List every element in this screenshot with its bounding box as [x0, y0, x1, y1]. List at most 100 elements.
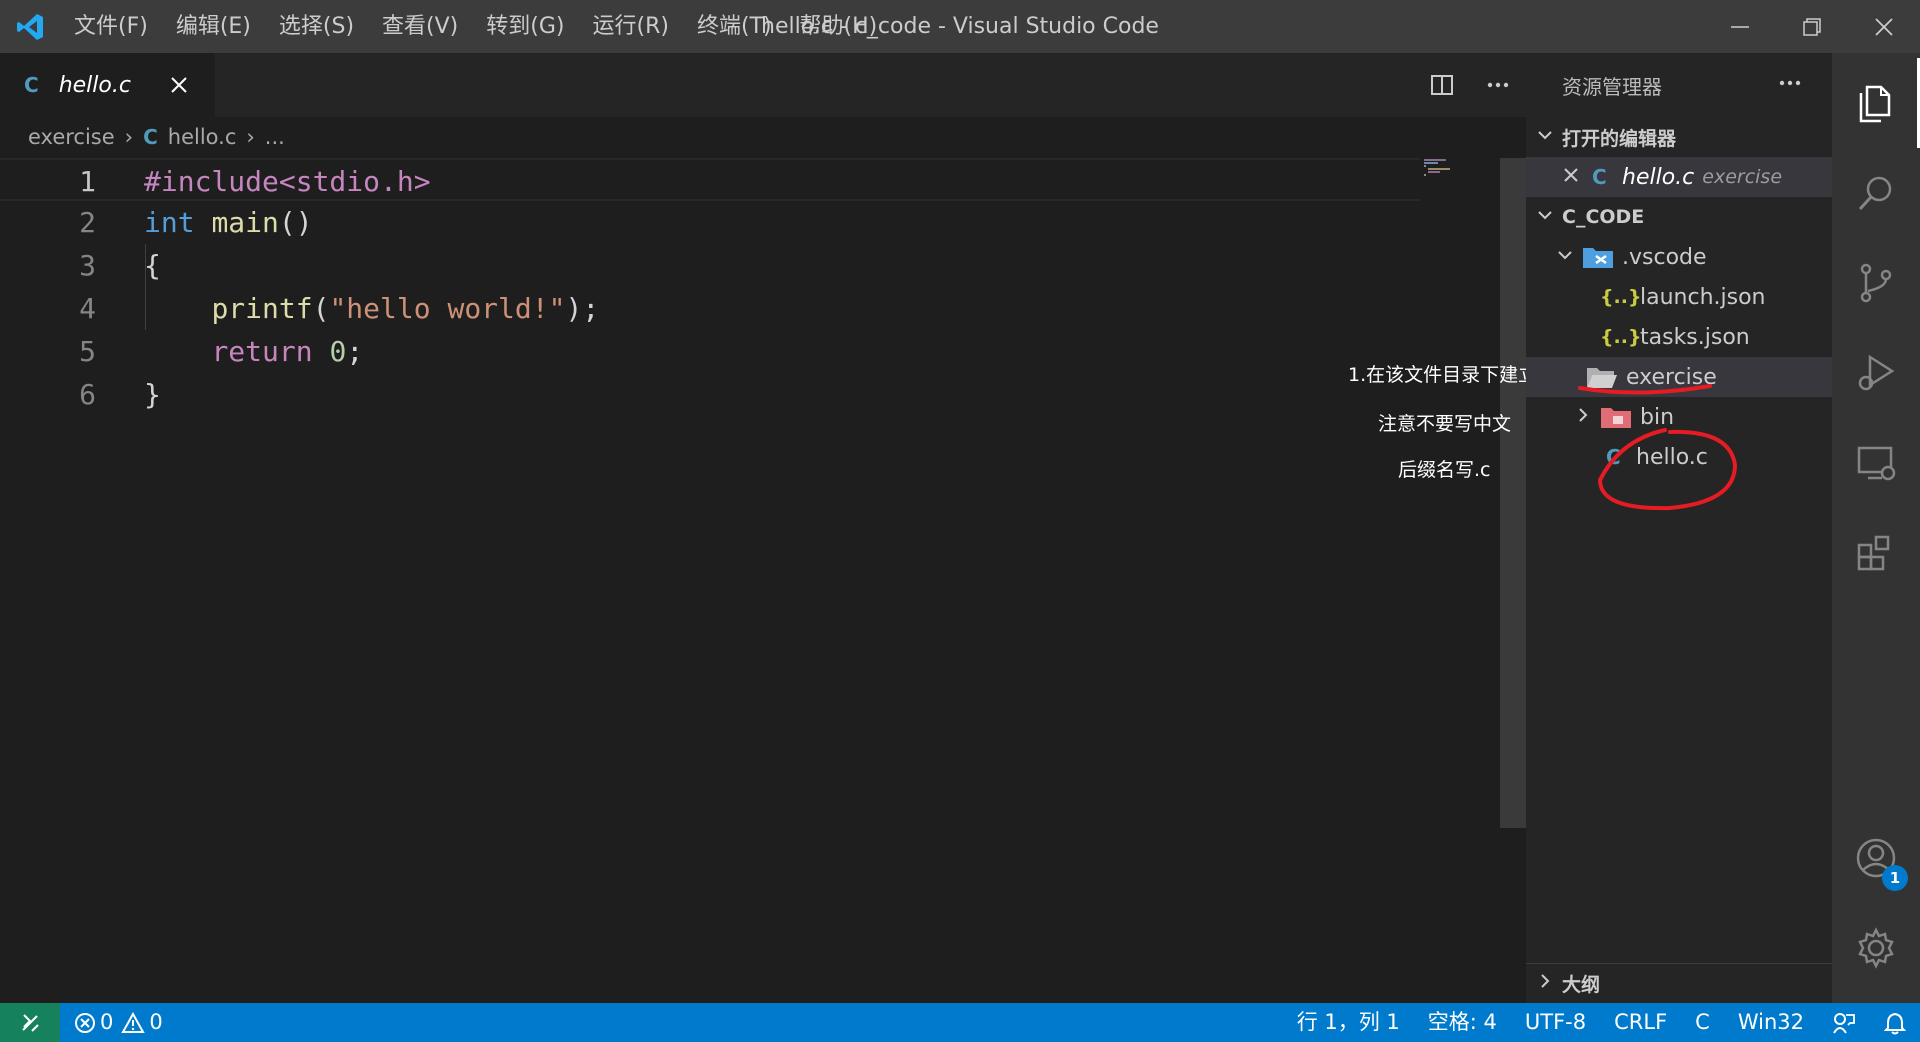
function-name: printf: [211, 292, 313, 325]
search-activity-button[interactable]: [1832, 148, 1920, 238]
accounts-activity-button[interactable]: 1: [1832, 813, 1920, 903]
chevron-right-icon: [1536, 972, 1562, 995]
more-icon: [1779, 80, 1801, 86]
remote-icon: [22, 1013, 39, 1032]
keyword-type: int: [144, 206, 195, 239]
breadcrumb-symbols[interactable]: ...: [265, 125, 285, 149]
explorer-activity-button[interactable]: [1832, 58, 1920, 148]
error-icon: [75, 1012, 95, 1033]
minimap[interactable]: [1420, 158, 1500, 188]
close-icon[interactable]: [1562, 165, 1592, 190]
source-control-icon: [1860, 263, 1892, 303]
circle-mark: [1597, 428, 1738, 511]
include-directive: #include<stdio.h>: [144, 165, 431, 198]
remote-explorer-icon: [1857, 446, 1896, 481]
tab-close-button[interactable]: [165, 71, 193, 99]
vscode-logo-icon: [0, 0, 60, 53]
editor-scrollbar[interactable]: [1500, 158, 1526, 828]
code-line: 5 return 0;: [0, 330, 1420, 373]
workspace-title: C_CODE: [1562, 206, 1645, 228]
files-icon: [1859, 85, 1890, 123]
line-content: }: [144, 378, 161, 411]
line-content: #include<stdio.h>: [144, 160, 431, 203]
feedback-button[interactable]: [1818, 1003, 1870, 1042]
line-content: {: [144, 249, 161, 282]
menu-edit[interactable]: 编辑(E): [162, 0, 265, 53]
chevron-down-icon: [1536, 206, 1562, 229]
editor-tab-bar: C hello.c: [0, 53, 1526, 117]
outline-section-header[interactable]: 大纲: [1526, 963, 1832, 1003]
punctuation: ;: [346, 335, 364, 368]
punctuation: );: [565, 292, 600, 325]
indentation[interactable]: 空格: 4: [1414, 1003, 1511, 1042]
bell-icon: [1884, 1012, 1906, 1034]
breadcrumb-file[interactable]: hello.c: [168, 125, 237, 149]
search-icon: [1858, 176, 1892, 211]
minimize-button[interactable]: [1704, 0, 1776, 53]
tree-item-label: .vscode: [1622, 244, 1707, 270]
minimize-icon: [1731, 25, 1749, 28]
split-editor-button[interactable]: [1414, 53, 1470, 117]
menu-run[interactable]: 运行(R): [578, 0, 682, 53]
tab-hello-c[interactable]: C hello.c: [0, 53, 215, 117]
extensions-activity-button[interactable]: [1832, 508, 1920, 598]
close-window-button[interactable]: [1848, 0, 1920, 53]
tree-item-label: tasks.json: [1640, 324, 1750, 350]
menu-go[interactable]: 转到(G): [472, 0, 578, 53]
platform[interactable]: Win32: [1724, 1003, 1818, 1042]
menu-file[interactable]: 文件(F): [60, 0, 162, 53]
chevron-down-icon: [1556, 245, 1582, 270]
problems-indicator[interactable]: 0 0: [60, 1003, 177, 1042]
function-name: main: [211, 206, 279, 239]
encoding[interactable]: UTF-8: [1511, 1003, 1600, 1042]
notifications-button[interactable]: [1870, 1003, 1920, 1042]
remote-explorer-activity-button[interactable]: [1832, 418, 1920, 508]
open-editor-name: hello.c: [1622, 164, 1695, 190]
editor-more-button[interactable]: [1470, 53, 1526, 117]
line-number: 5: [79, 335, 96, 368]
workspace-section-header[interactable]: C_CODE: [1526, 197, 1832, 237]
explorer-header: 资源管理器: [1526, 53, 1832, 117]
line-number: 1: [79, 165, 96, 198]
tree-item-launch-json[interactable]: {..} launch.json: [1526, 277, 1832, 317]
chevron-right-icon: ›: [246, 125, 255, 149]
json-file-icon: {..}: [1600, 286, 1642, 308]
annotation-marks: [1578, 384, 1738, 511]
tree-item-tasks-json[interactable]: {..} tasks.json: [1526, 317, 1832, 357]
code-editor[interactable]: 1 #include<stdio.h> 2 int main() 3 { 4 p…: [0, 158, 1500, 1008]
json-file-icon: {..}: [1600, 326, 1642, 348]
menu-help[interactable]: 帮助(H): [786, 0, 892, 53]
code-line: 4 printf("hello world!");: [0, 287, 1420, 330]
language-mode[interactable]: C: [1681, 1003, 1724, 1042]
line-number: 2: [79, 206, 96, 239]
explorer-more-button[interactable]: [1778, 71, 1802, 100]
menu-terminal[interactable]: 终端(T): [683, 0, 786, 53]
restore-button[interactable]: [1776, 0, 1848, 53]
cursor-position[interactable]: 行 1，列 1: [1283, 1003, 1414, 1042]
code-line: 6 }: [0, 373, 1420, 416]
menu-selection[interactable]: 选择(S): [265, 0, 368, 53]
manage-activity-button[interactable]: [1832, 903, 1920, 993]
open-editor-item[interactable]: C hello.c exercise: [1526, 157, 1832, 197]
minimap-preview: [1424, 159, 1450, 176]
annotation-note-2: 注意不要写中文: [1378, 413, 1512, 435]
remote-indicator-button[interactable]: [0, 1003, 60, 1042]
line-content: printf("hello world!");: [144, 287, 599, 330]
tree-item-vscode[interactable]: .vscode: [1526, 237, 1832, 277]
status-bar-right: 行 1，列 1 空格: 4 UTF-8 CRLF C Win32: [1283, 1003, 1920, 1042]
end-of-line[interactable]: CRLF: [1600, 1003, 1681, 1042]
c-file-icon: C: [143, 125, 158, 149]
code-line: 3 {: [0, 244, 1420, 287]
breadcrumb-folder[interactable]: exercise: [28, 125, 115, 149]
run-debug-activity-button[interactable]: [1832, 328, 1920, 418]
source-control-activity-button[interactable]: [1832, 238, 1920, 328]
accounts-badge: 1: [1882, 865, 1908, 891]
punctuation: (: [312, 292, 330, 325]
string-literal: "hello world!": [329, 292, 566, 325]
open-editors-section-header[interactable]: 打开的编辑器: [1526, 117, 1832, 157]
menu-view[interactable]: 查看(V): [368, 0, 472, 53]
warning-icon: [121, 1011, 146, 1033]
status-bar: 0 0 行 1，列 1 空格: 4 UTF-8 CRLF C Win32: [0, 1003, 1920, 1042]
editor-actions: [1414, 53, 1526, 117]
tree-item-label: launch.json: [1640, 284, 1766, 310]
